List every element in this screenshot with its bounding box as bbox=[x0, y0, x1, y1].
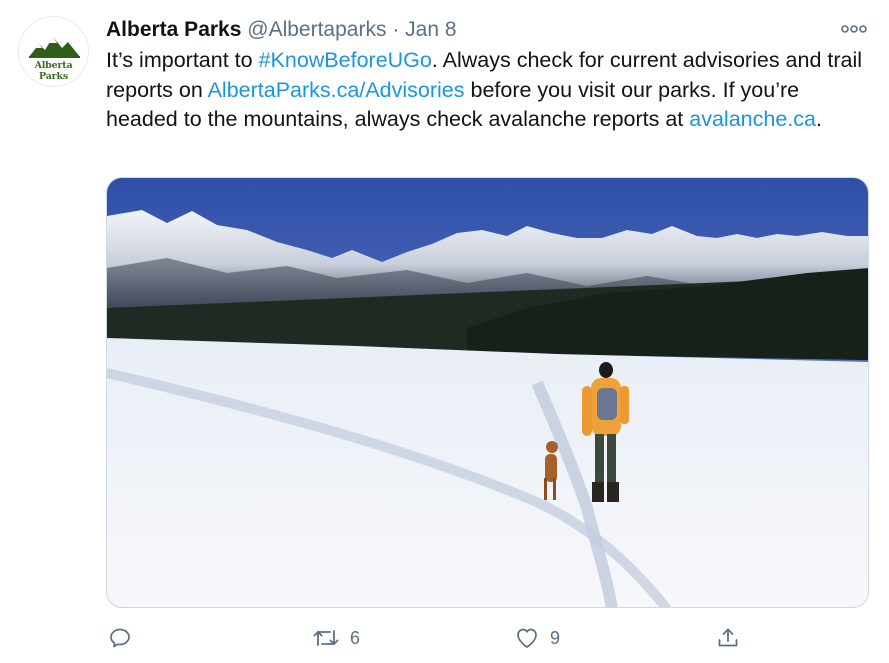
like-button[interactable]: 9 bbox=[514, 618, 560, 658]
retweet-icon bbox=[313, 630, 339, 646]
avalanche-link[interactable]: avalanche.ca bbox=[689, 107, 816, 131]
avatar[interactable]: Alberta Parks bbox=[18, 16, 89, 87]
reply-icon bbox=[110, 628, 130, 648]
separator: · bbox=[392, 18, 400, 41]
tweet-date[interactable]: Jan 8 bbox=[405, 18, 456, 41]
author-name[interactable]: Alberta Parks bbox=[106, 18, 241, 41]
tweet-actions: 6 9 bbox=[0, 618, 889, 658]
tweet-header: Alberta Parks @Albertaparks · Jan 8 bbox=[106, 16, 457, 44]
tweet-text: It’s important to #KnowBeforeUGo. Always… bbox=[106, 46, 866, 135]
share-button[interactable] bbox=[716, 618, 740, 658]
share-icon bbox=[718, 628, 738, 647]
author-handle[interactable]: @Albertaparks bbox=[247, 18, 386, 41]
advisories-link[interactable]: AlbertaParks.ca/Advisories bbox=[208, 78, 465, 102]
tweet-text-part: . bbox=[815, 107, 822, 131]
reply-button[interactable] bbox=[108, 618, 132, 658]
retweet-count: 6 bbox=[350, 627, 361, 648]
photo-image bbox=[107, 178, 868, 607]
tweet-text-part: It’s important to bbox=[106, 48, 259, 72]
retweet-button[interactable]: 6 bbox=[312, 618, 360, 658]
tweet-photo[interactable] bbox=[106, 177, 869, 608]
more-icon bbox=[841, 25, 867, 33]
like-count: 9 bbox=[550, 627, 561, 648]
heart-icon bbox=[517, 628, 537, 648]
avatar-logo-text: Alberta Parks bbox=[34, 60, 73, 82]
more-options-button[interactable] bbox=[836, 18, 872, 40]
hashtag-link[interactable]: #KnowBeforeUGo bbox=[259, 48, 432, 72]
